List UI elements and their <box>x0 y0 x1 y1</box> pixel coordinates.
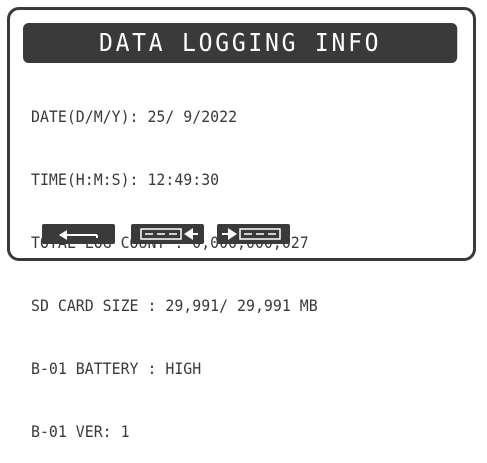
battery-line: B-01 BATTERY : HIGH <box>31 359 202 378</box>
time-line: TIME(H:M:S): 12:49:30 <box>31 170 220 189</box>
insert-right-button[interactable] <box>217 224 290 244</box>
version-line: B-01 VER: 1 <box>31 422 130 441</box>
date-line: DATE(D/M/Y): 25/ 9/2022 <box>31 107 238 126</box>
erase-left-icon <box>140 228 198 240</box>
insert-right-icon <box>222 228 281 240</box>
back-button[interactable] <box>42 224 115 244</box>
back-arrow-icon <box>59 230 98 240</box>
erase-left-button[interactable] <box>131 224 204 244</box>
page-title: DATA LOGGING INFO <box>23 23 458 63</box>
sd-card-line: SD CARD SIZE : 29,991/ 29,991 MB <box>31 296 318 315</box>
info-list: DATE(D/M/Y): 25/ 9/2022 TIME(H:M:S): 12:… <box>31 64 318 463</box>
